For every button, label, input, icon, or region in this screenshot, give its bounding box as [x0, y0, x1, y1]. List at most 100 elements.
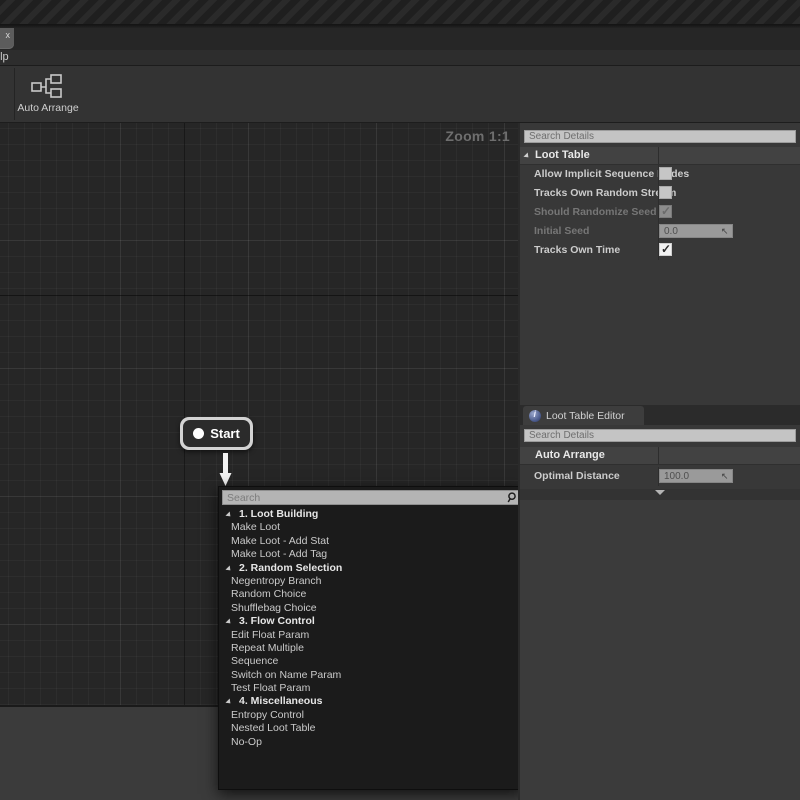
checkbox[interactable] — [659, 167, 672, 180]
number-input: 0.0 ↗ — [659, 224, 733, 238]
details-row: Tracks Own Time ✓ — [520, 241, 800, 260]
details-category-label: Loot Table — [535, 149, 590, 161]
context-menu-item[interactable]: Repeat Multiple — [222, 642, 521, 655]
menu-bar: elp — [0, 50, 800, 66]
optimal-distance-input[interactable]: 100.0 ↗ — [659, 469, 733, 483]
context-menu-category-label: 1. Loot Building — [239, 508, 319, 520]
context-menu-item[interactable]: Make Loot - Add Stat — [222, 535, 521, 548]
expand-triangle-icon — [225, 618, 233, 626]
menu-item-help[interactable]: elp — [0, 51, 9, 63]
details-column-divider — [658, 222, 659, 241]
close-icon[interactable]: x — [6, 31, 11, 40]
details-row: Allow Implicit Sequence Nodes — [520, 165, 800, 184]
context-menu-category-label: 2. Random Selection — [239, 561, 343, 574]
value-text: 0.0 — [664, 226, 678, 237]
unreal-editor-window: x elp Auto Arrange Zoom 1:1 — [0, 0, 800, 800]
auto-arrange-icon — [31, 74, 65, 100]
value-text: 100.0 — [664, 471, 690, 482]
details-column-divider — [658, 241, 659, 260]
auto-arrange-button[interactable]: Auto Arrange — [17, 69, 79, 119]
context-menu-search-row — [222, 490, 521, 505]
details-rows: Allow Implicit Sequence Nodes Tracks Own … — [520, 165, 800, 260]
expand-triangle-icon — [225, 565, 233, 573]
expand-triangle-icon — [225, 511, 233, 519]
node-context-action-menu[interactable]: 1. Loot BuildingMake LootMake Loot - Add… — [218, 486, 523, 790]
zoom-level-label: Zoom 1:1 — [445, 128, 510, 144]
details-category-header[interactable]: Loot Table — [520, 147, 800, 165]
row-label: Tracks Own Time — [534, 244, 621, 256]
details-search-input[interactable] — [524, 130, 796, 143]
editor-settings-tabbar: Loot Table Editor S — [520, 405, 800, 425]
context-menu-item[interactable]: Random Choice — [222, 588, 521, 601]
exec-pin-dot-icon[interactable] — [193, 428, 205, 439]
tab-loot-table-editor-settings[interactable]: Loot Table Editor S — [523, 406, 644, 425]
checkbox[interactable] — [659, 186, 672, 199]
tab-label: Loot Table Editor S — [546, 409, 628, 422]
search-icon[interactable] — [507, 492, 518, 503]
expand-triangle-icon — [523, 152, 531, 160]
expand-triangle-icon — [225, 698, 233, 707]
context-menu-item[interactable]: Edit Float Param — [222, 629, 521, 642]
checkbox: ✓ — [659, 205, 672, 218]
editor-settings-category-label: Auto Arrange — [535, 449, 605, 461]
toolbar-separator — [14, 68, 15, 120]
details-column-divider — [658, 147, 659, 164]
context-menu-item[interactable]: Make Loot - Add Tag — [222, 548, 521, 561]
editor-settings-expander[interactable] — [520, 489, 800, 500]
chevron-down-icon[interactable] — [655, 490, 665, 495]
graph-node-start-label: Start — [210, 426, 240, 441]
editor-settings-column-divider-2 — [658, 467, 659, 486]
graph-origin-vertical — [184, 123, 185, 707]
document-tab-strip: x — [0, 28, 800, 50]
editor-settings-panel: Loot Table Editor S Auto Arrange Optimal… — [520, 405, 800, 500]
context-menu-item[interactable]: Switch on Name Param — [222, 669, 521, 682]
context-menu-category[interactable]: 1. Loot Building — [222, 508, 521, 521]
checkbox[interactable]: ✓ — [659, 243, 672, 256]
details-panel-body: Loot Table Allow Implicit Sequence Nodes… — [520, 147, 800, 405]
context-menu-list[interactable]: 1. Loot Building Make Loot Make Loot - Add… — [222, 508, 521, 786]
auto-arrange-label: Auto Arrange — [17, 102, 79, 114]
context-menu-category[interactable]: 4. Miscellaneous — [222, 695, 521, 708]
context-menu-item[interactable]: No-Op — [222, 736, 521, 749]
drag-handle-icon[interactable]: ↗ — [721, 226, 729, 237]
row-label: Initial Seed — [534, 225, 590, 237]
editor-toolbar: Auto Arrange — [0, 66, 800, 123]
check-icon: ✓ — [661, 204, 672, 218]
graph-origin-horizontal — [0, 295, 520, 296]
context-menu-item[interactable]: Shufflebag Choice — [222, 602, 521, 615]
context-menu-item[interactable]: Negentropy Branch — [222, 575, 521, 588]
details-column-divider — [658, 203, 659, 222]
editor-settings-category-header[interactable]: Auto Arrange — [520, 447, 800, 465]
check-icon: ✓ — [661, 242, 672, 256]
document-tab[interactable]: x — [0, 28, 14, 49]
details-row: Tracks Own Random Stream — [520, 184, 800, 203]
drag-handle-icon[interactable]: ↗ — [721, 471, 729, 482]
details-column-divider — [658, 184, 659, 203]
context-menu-item[interactable]: Make Loot — [222, 521, 521, 534]
context-menu-item[interactable]: Sequence — [222, 655, 521, 668]
context-menu-search-input[interactable] — [222, 490, 521, 505]
context-menu-item[interactable]: Entropy Control — [222, 709, 521, 722]
details-panel: Loot Table Allow Implicit Sequence Nodes… — [520, 123, 800, 405]
info-icon — [529, 409, 541, 422]
row-label: Optimal Distance — [534, 470, 620, 482]
context-menu-category[interactable]: 2. Random Selection — [222, 562, 521, 575]
editor-settings-search-input[interactable] — [524, 429, 796, 442]
details-row: Should Randomize Seed ✓ — [520, 203, 800, 222]
editor-settings-column-divider — [658, 447, 659, 464]
exec-wire-arrow-icon — [219, 453, 232, 487]
right-panel-empty-area — [520, 500, 800, 800]
context-menu-category-label: 4. Miscellaneous — [239, 695, 323, 708]
context-menu-category[interactable]: 3. Flow Control — [222, 615, 521, 628]
context-menu-item[interactable]: Nested Loot Table — [222, 722, 521, 735]
context-menu-item[interactable]: Test Float Param — [222, 682, 521, 695]
details-column-divider — [658, 165, 659, 184]
graph-node-start-body: Start — [183, 420, 250, 447]
details-row: Initial Seed 0.0 ↗ — [520, 222, 800, 241]
editor-settings-row-optimal-distance: Optimal Distance 100.0 ↗ — [520, 467, 800, 486]
graph-node-start[interactable]: Start — [180, 417, 253, 450]
row-label: Tracks Own Random Stream — [534, 187, 677, 199]
context-menu-category-label: 3. Flow Control — [239, 615, 315, 628]
row-label: Should Randomize Seed — [534, 206, 657, 218]
window-titlebar[interactable] — [0, 0, 800, 25]
